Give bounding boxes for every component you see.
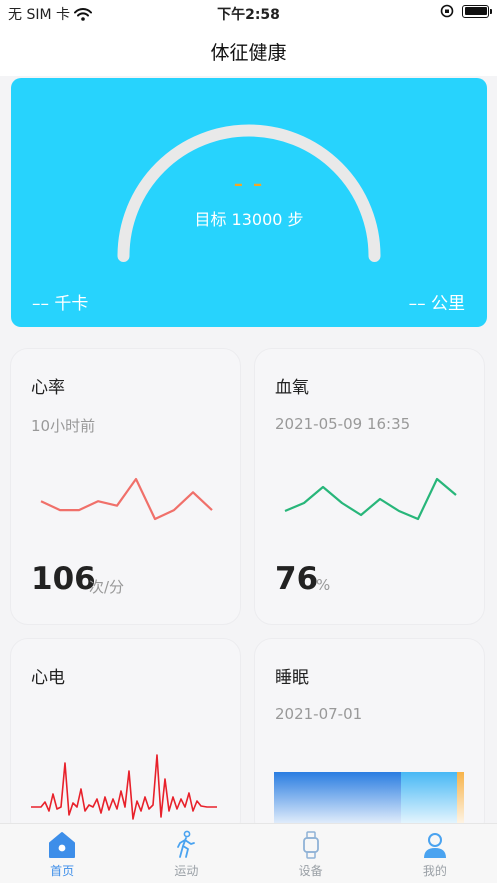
- steps-summary-card[interactable]: – – 目标 13000 步 –– 千卡 –– 公里: [11, 78, 487, 327]
- sleep-card[interactable]: 睡眠 2021-07-01: [254, 638, 485, 838]
- person-icon: [423, 833, 446, 858]
- tab-label: 首页: [50, 864, 75, 878]
- blood-oxygen-trend-line: [284, 477, 457, 521]
- tab-mine[interactable]: 我的: [373, 824, 497, 883]
- tab-label: 运动: [174, 864, 199, 878]
- tab-label: 设备: [298, 864, 323, 878]
- steps-value: – –: [233, 174, 265, 195]
- home-icon: [49, 832, 75, 858]
- sleep-date: 2021-07-01: [275, 705, 363, 723]
- ecg-waveform: [31, 754, 217, 820]
- tab-sport[interactable]: 运动: [124, 824, 248, 883]
- heart-rate-unit: 次/分: [89, 578, 125, 596]
- tab-device[interactable]: 设备: [249, 824, 373, 883]
- calories-value: –– 千卡: [32, 294, 89, 314]
- blood-oxygen-card[interactable]: 血氧 2021-05-09 16:35 76 %: [254, 348, 485, 625]
- blood-oxygen-unit: %: [316, 576, 331, 594]
- status-right: [440, 4, 492, 18]
- ecg-card[interactable]: 心电: [10, 638, 241, 838]
- battery-icon: [462, 4, 492, 18]
- tab-label: 我的: [422, 864, 447, 878]
- page-title: 体征健康: [210, 42, 287, 64]
- blood-oxygen-value: 76: [275, 561, 319, 597]
- heart-rate-card[interactable]: 心率 10小时前 106 次/分: [10, 348, 241, 625]
- watch-icon: [302, 831, 319, 859]
- tab-bar: 首页 运动 设备 我的: [0, 823, 497, 883]
- sleep-title: 睡眠: [275, 668, 309, 688]
- heart-rate-trend-line: [40, 477, 213, 521]
- walking-icon: [177, 830, 196, 858]
- orientation-lock-icon: [440, 4, 454, 18]
- status-bar: 无 SIM 卡 下午2:58: [0, 0, 497, 26]
- heart-rate-value: 106: [31, 561, 96, 597]
- nav-bar: 体征健康: [0, 26, 497, 76]
- tab-home[interactable]: 首页: [0, 824, 124, 883]
- steps-goal: 目标 13000 步: [194, 210, 304, 229]
- status-time: 下午2:58: [217, 7, 280, 23]
- ecg-waveform-line: [31, 754, 217, 820]
- distance-value: –– 公里: [408, 294, 465, 314]
